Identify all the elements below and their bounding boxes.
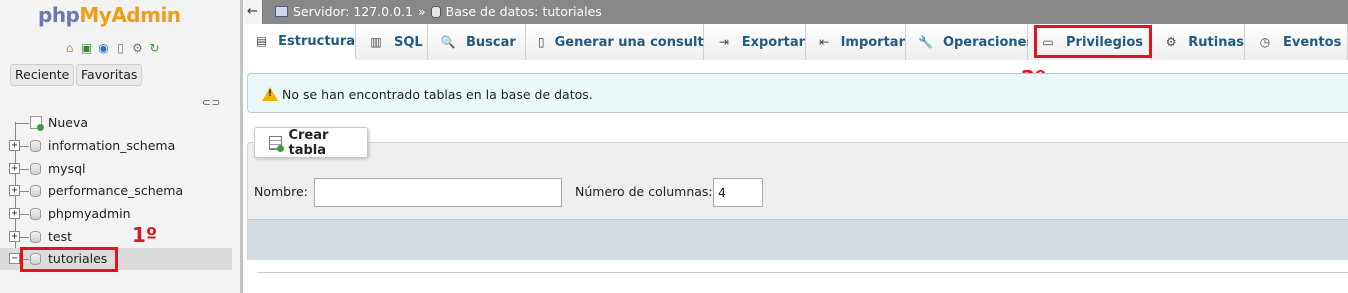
tree-item-label[interactable]: mysql [48,161,86,176]
database-icon [430,5,441,18]
tab-exportar[interactable]: ⇥ Exportar [704,24,806,60]
annotation-label-first: 1º [132,223,158,247]
tab-label: Generar una consulta [554,34,713,50]
expand-icon[interactable]: + [9,163,20,174]
tree-item-performance_schema[interactable]: + performance_schema [0,180,232,202]
annotation-box-privileges [1034,25,1152,58]
tab-buscar[interactable]: 🔍 Buscar [428,24,526,60]
recent-tab[interactable]: Reciente [10,64,75,86]
database-icon [30,140,41,152]
link-icon[interactable]: ⊂⊃ [202,96,220,109]
tab-label: SQL [394,34,423,50]
tree-item-phpmyadmin[interactable]: + phpmyadmin [0,203,232,225]
tab-operaciones[interactable]: 🔧 Operaciones [906,24,1034,60]
settings-icon[interactable]: ⚙ [130,40,145,55]
breadcrumb-separator: » [417,4,426,19]
tree-item-label[interactable]: performance_schema [48,183,183,198]
sql-icon: ▥ [370,35,382,49]
tree-item-test[interactable]: + test [0,226,232,248]
breadcrumb-server[interactable]: Servidor: 127.0.0.1 [293,4,413,19]
query-icon: ▯ [538,35,545,49]
tab-label: Importar [840,34,905,50]
database-icon [30,185,41,197]
tab-generar-una-consulta[interactable]: ▯ Generar una consulta [526,24,712,60]
create-table-icon [269,135,286,152]
database-icon [30,163,41,175]
tree-item-mysql[interactable]: + mysql [0,158,232,180]
tree-item-Nueva[interactable]: Nueva [0,112,232,134]
top-bar: ← Servidor: 127.0.0.1 » Base de datos: t… [243,0,1348,24]
breadcrumb: Servidor: 127.0.0.1 » Base de datos: tut… [275,4,602,19]
expand-icon[interactable]: + [9,208,20,219]
tab-label: Exportar [741,34,805,50]
breadcrumb-database[interactable]: Base de datos: tutoriales [446,4,602,19]
server-icon [275,6,288,17]
expand-icon[interactable]: + [9,231,20,242]
tab-estructura[interactable]: ▤ Estructura [243,24,356,60]
columns-count-label: Número de columnas: [575,184,713,199]
tab-rutinas[interactable]: ⚙ Rutinas [1152,24,1245,60]
clock-icon: ◷ [1259,35,1271,49]
tree-item-label[interactable]: Nueva [48,115,88,130]
home-icon[interactable]: ⌂ [62,40,77,55]
create-table-footer [248,219,1348,260]
tree-item-label[interactable]: information_schema [48,138,175,153]
quick-icons: ⌂ ▣ ◉ ▯ ⚙ ↻ [62,40,162,55]
columns-count-input[interactable] [713,178,763,207]
tab-importar[interactable]: ⇤ Importar [806,24,906,60]
reload-icon[interactable]: ↻ [147,40,162,55]
tab-sql[interactable]: ▥ SQL [356,24,428,60]
database-icon [30,231,41,243]
main-tabs: ▤ Estructura ▥ SQL 🔍 Buscar ▯ Generar una consu… [243,24,1348,60]
expand-icon[interactable]: + [9,140,20,151]
wrench-icon: 🔧 [918,35,933,49]
expand-icon[interactable]: + [9,185,20,196]
structure-icon: ▤ [255,34,268,48]
table-name-label: Nombre: [254,184,308,199]
tab-eventos[interactable]: ◷ Eventos [1245,24,1348,60]
create-table-title: Crear tabla [288,127,329,158]
docs-icon[interactable]: ▯ [113,40,128,55]
tree-connector [15,123,29,124]
tab-label: Buscar [466,34,516,50]
phpmyadmin-logo[interactable]: phpMyAdmin [38,3,181,27]
search-icon: 🔍 [440,35,456,49]
routines-icon: ⚙ [1165,35,1177,49]
create-table-legend: Crear tabla [254,127,368,158]
tab-label: Estructura [278,33,355,49]
notice-box: No se han encontrado tablas en la base d… [247,73,1348,113]
database-icon [30,208,41,220]
table-name-input[interactable] [314,178,562,207]
new-database-icon [30,116,44,131]
tree-item-label[interactable]: phpmyadmin [48,206,131,221]
divider [257,272,1348,273]
collapse-icon[interactable]: − [9,253,20,264]
tree-item-information_schema[interactable]: + information_schema [0,135,232,157]
collapse-nav-icon[interactable]: ← [243,0,263,24]
tab-label: Operaciones [942,34,1035,50]
help-icon[interactable]: ◉ [96,40,111,55]
warning-icon [262,87,278,101]
favorites-tab[interactable]: Favoritas [76,64,143,86]
import-icon: ⇤ [819,35,830,49]
notice-message: No se han encontrado tablas en la base d… [282,87,593,102]
tree-item-label[interactable]: test [48,229,72,244]
export-icon: ⇥ [718,35,729,49]
annotation-box-tutoriales [20,247,118,272]
logout-icon[interactable]: ▣ [79,40,94,55]
tab-label: Eventos [1283,34,1342,50]
tab-label: Rutinas [1188,34,1244,50]
